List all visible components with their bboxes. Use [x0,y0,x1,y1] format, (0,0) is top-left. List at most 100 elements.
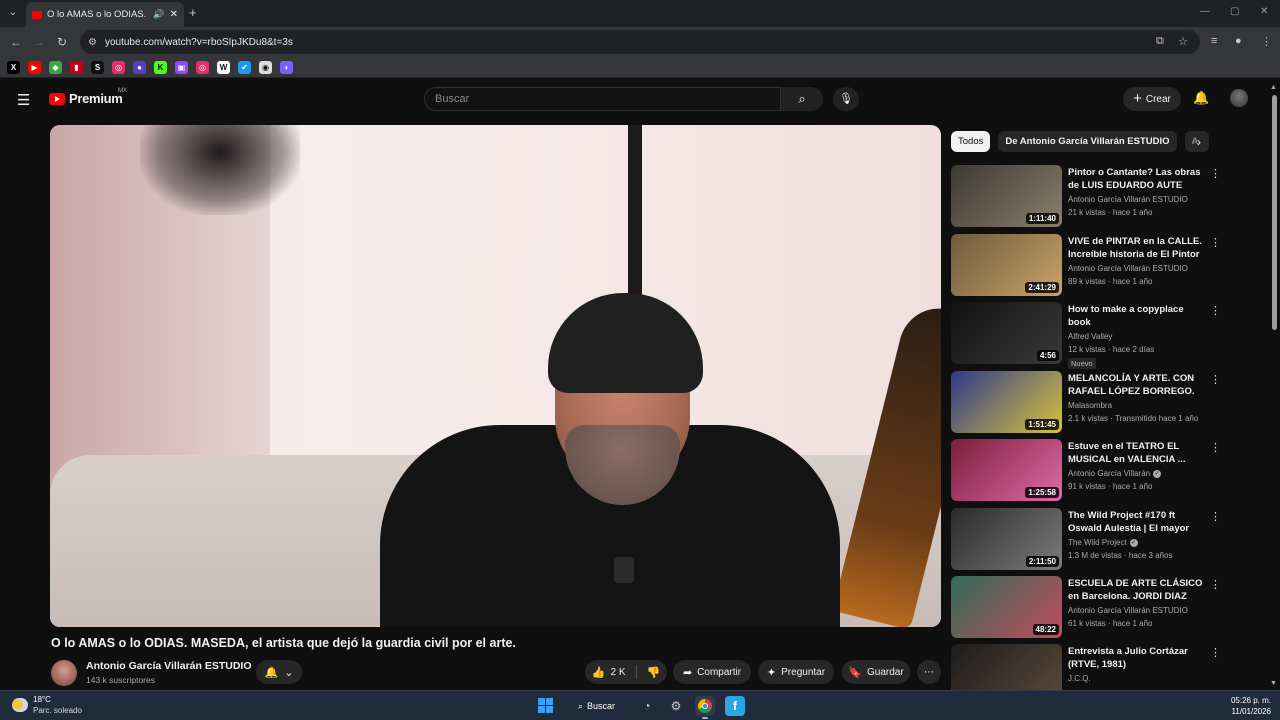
windows-start-icon[interactable] [538,698,553,713]
voice-search-button[interactable]: 🎙 [833,87,859,111]
more-vertical-icon[interactable]: ⋮ [1210,510,1221,523]
new-tab-button[interactable]: + [189,5,197,20]
more-vertical-icon[interactable]: ⋮ [1210,167,1221,180]
recommendation-channel[interactable]: J.C.Q. [1068,674,1091,683]
forward-arrow-icon[interactable]: → [33,35,45,49]
more-vertical-icon[interactable]: ⋮ [1210,578,1221,591]
weather-sun-cloud-icon[interactable] [12,698,28,712]
video-thumbnail[interactable]: 2:11:50 [951,508,1062,570]
bookmark-icon[interactable]: ◉ [259,60,272,74]
bookmark-icon[interactable]: ▣ [175,60,188,74]
taskbar-clock[interactable]: 05:26 p. m. 11/01/2026 [1226,695,1271,717]
like-icon[interactable]: 👍 [592,666,606,679]
recommendation-title[interactable]: The Wild Project #170 ft Oswald Aulestia… [1068,509,1208,535]
recommendation-item[interactable]: 1:51:45 MELANCOLÍA Y ARTE. CON RAFAEL LÓP… [951,371,1221,433]
video-thumbnail[interactable]: 1:25:58 [951,439,1062,501]
recommendation-title[interactable]: How to make a copyplace book [1068,303,1208,329]
install-app-icon[interactable]: ⧉ [1156,35,1164,48]
create-button[interactable]: + Crear [1123,87,1181,111]
recommendation-channel[interactable]: Antonio García Villarán ESTUDIO [1068,195,1188,204]
tab-close-icon[interactable]: ✕ [170,9,178,20]
recommendation-item[interactable]: 1:25:58 Estuve en el TEATRO EL MUSICAL en… [951,439,1221,501]
reading-list-icon[interactable]: ≡ [1211,35,1217,47]
taskbar-search-button[interactable]: ⌕ Buscar [572,696,624,716]
more-vertical-icon[interactable]: ⋮ [1210,646,1221,659]
account-avatar[interactable] [1230,89,1248,107]
dislike-icon[interactable]: 👎 [647,666,661,679]
scroll-down-arrow-icon[interactable]: ▼ [1270,680,1277,687]
address-bar[interactable]: ⚙ youtube.com/watch?v=rboSIpJKDu8&t=3s [80,30,1200,54]
more-vertical-icon[interactable]: ⋮ [1210,441,1221,454]
recommendation-channel[interactable]: Malasombra [1068,401,1112,410]
bookmark-icon[interactable]: ▮ [70,60,83,74]
recommendation-item[interactable]: 48:22 ESCUELA DE ARTE CLÁSICO en Barcelon… [951,576,1221,638]
weather-description[interactable]: Parc. soleado [33,706,82,715]
chevron-right-icon[interactable]: › [1197,135,1201,149]
bookmark-icon[interactable]: ▶ [28,60,41,74]
more-vertical-icon[interactable]: ⋮ [1210,236,1221,249]
bookmark-star-icon[interactable]: ☆ [1178,35,1188,48]
subscription-bell-button[interactable]: 🔔 ⌄ [256,660,302,684]
recommendation-title[interactable]: MELANCOLÍA Y ARTE. CON RAFAEL LÓPEZ BORR… [1068,372,1208,398]
minimize-window-icon[interactable]: — [1200,6,1210,17]
video-player[interactable] [50,125,941,627]
recommendation-title[interactable]: ESCUELA DE ARTE CLÁSICO en Barcelona. JO… [1068,577,1208,603]
bookmark-icon[interactable]: ◗ [280,60,293,74]
bookmark-icon[interactable]: S [91,60,104,74]
save-button[interactable]: 🔖 Guardar [842,660,910,684]
taskbar-chrome-icon[interactable] [695,696,715,719]
recommendation-channel[interactable]: Antonio García Villarán ESTUDIO [1068,264,1188,273]
bookmark-icon[interactable]: ◆ [49,60,62,74]
recommendation-channel[interactable]: Antonio García Villarán ESTUDIO [1068,606,1188,615]
menu-icon[interactable]: ☰ [17,91,30,109]
close-window-icon[interactable]: ✕ [1260,6,1268,17]
bookmark-icon[interactable]: W [217,60,230,74]
search-input[interactable]: Buscar [424,87,781,111]
like-count[interactable]: 2 K [610,667,625,678]
site-info-icon[interactable]: ⚙ [88,37,97,48]
youtube-premium-logo[interactable]: Premium MX [49,88,127,106]
recommendation-title[interactable]: Estuve en el TEATRO EL MUSICAL en VALENC… [1068,440,1208,466]
more-vertical-icon[interactable]: ⋮ [1210,304,1221,317]
tab-list-button[interactable]: ⌄ [6,6,20,20]
taskbar-app-recorder-icon[interactable]: ◔ [637,696,657,716]
recommendation-item[interactable]: 2:41:29 VIVE de PINTAR en la CALLE. Incre… [951,234,1221,296]
browser-tab-active[interactable]: O lo AMAS o lo ODIAS. MA 🔊 ✕ [26,2,184,27]
recommendation-item[interactable]: 2:11:50 The Wild Project #170 ft Oswald A… [951,508,1221,570]
maximize-window-icon[interactable]: ▢ [1230,6,1239,17]
recommendation-channel[interactable]: Antonio García Villarán ✓ [1068,469,1162,478]
share-button[interactable]: ➦ Compartir [673,660,751,684]
browser-menu-icon[interactable]: ⋮ [1261,35,1272,48]
channel-avatar[interactable] [51,660,77,686]
profile-icon[interactable]: ● [1235,35,1242,47]
scroll-up-arrow-icon[interactable]: ▲ [1270,84,1277,91]
reload-icon[interactable]: ↻ [57,35,67,49]
channel-name[interactable]: Antonio García Villarán ESTUDIO [86,660,252,672]
video-thumbnail[interactable]: 2:41:29 [951,234,1062,296]
recommendation-channel[interactable]: Alfred Valley [1068,332,1112,341]
recommendation-item[interactable]: 1:11:40 Pintor o Cantante? Las obras de L… [951,165,1221,227]
chip-all[interactable]: Todos [951,131,991,152]
ask-button[interactable]: ✦ Preguntar [758,660,834,684]
bookmark-icon[interactable]: ✔ [238,60,251,74]
address-url[interactable]: youtube.com/watch?v=rboSIpJKDu8&t=3s [105,37,293,48]
taskbar-app-blue-icon[interactable]: f [725,696,745,716]
more-actions-button[interactable]: ⋯ [917,660,941,684]
taskbar-settings-icon[interactable]: ⚙ [666,696,686,716]
weather-temperature[interactable]: 18°C [33,695,51,704]
recommendation-title[interactable]: Entrevista a Julio Cortázar (RTVE, 1981) [1068,645,1208,671]
bookmark-icon[interactable]: K [154,60,167,74]
bookmark-icon[interactable]: ● [133,60,146,74]
video-thumbnail[interactable]: 1:11:40 [951,165,1062,227]
recommendation-title[interactable]: VIVE de PINTAR en la CALLE. Increíble hi… [1068,235,1208,261]
chip-channel[interactable]: De Antonio García Villarán ESTUDIO [998,131,1177,152]
more-vertical-icon[interactable]: ⋮ [1210,373,1221,386]
bookmark-icon[interactable]: X [7,60,20,74]
audio-playing-icon[interactable]: 🔊 [153,9,164,20]
recommendation-channel[interactable]: The Wild Project ✓ [1068,538,1138,547]
recommendation-item[interactable]: 4:56 How to make a copyplace book Alfred V… [951,302,1221,369]
page-scrollbar[interactable] [1272,95,1277,330]
notifications-bell-icon[interactable]: 🔔 [1193,90,1209,106]
bookmark-icon[interactable]: ◎ [196,60,209,74]
search-button[interactable]: ⌕ [781,87,823,111]
